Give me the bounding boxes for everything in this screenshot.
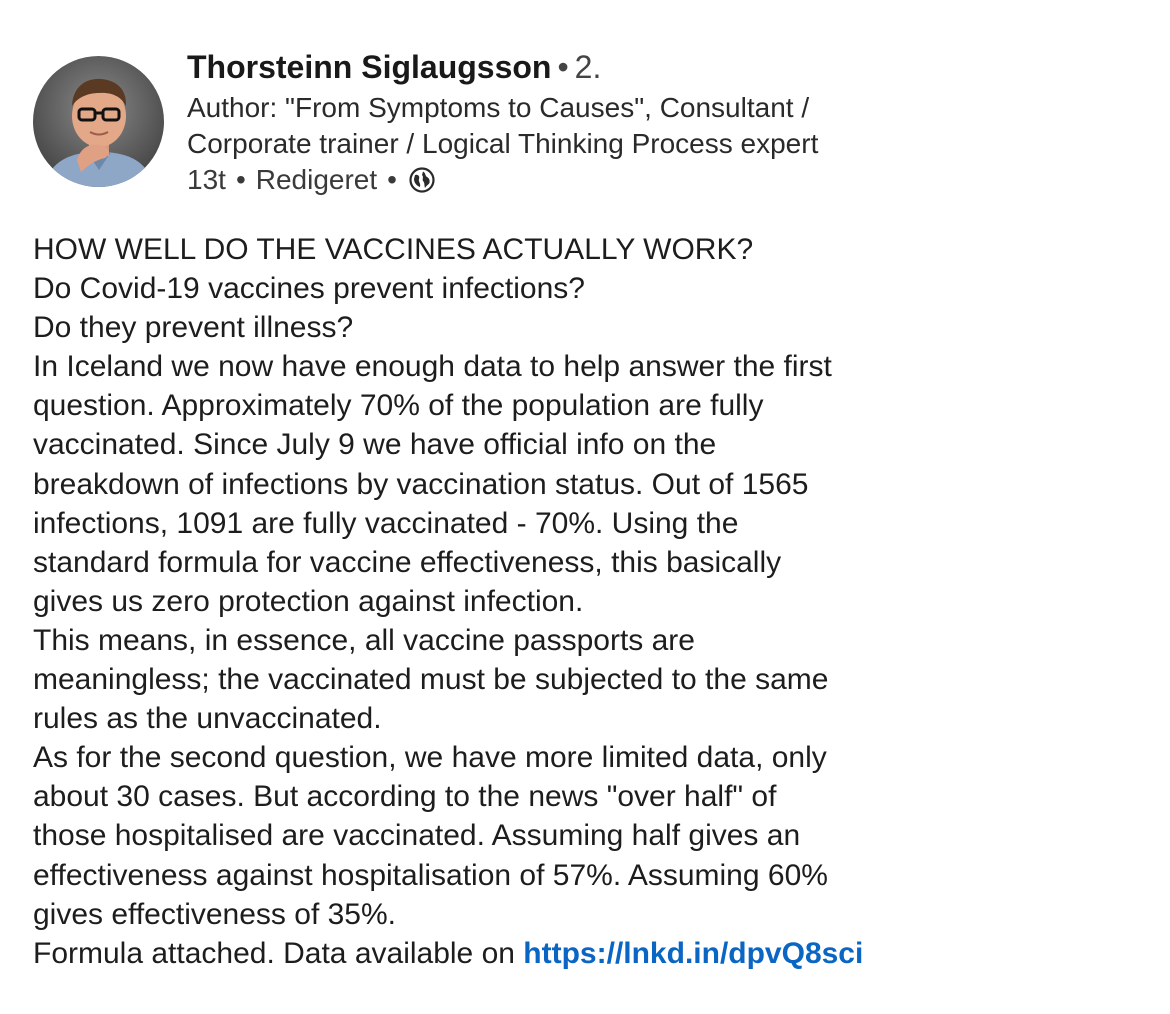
post-line: gives us zero protection against infecti… [33,584,584,618]
post-line: In Iceland we now have enough data to he… [33,350,832,384]
separator-dot: • [557,49,569,85]
edited-label: Redigeret [255,164,378,195]
separator-dot: • [235,164,246,195]
author-photo [33,56,164,187]
post-line: This means, in essence, all vaccine pass… [33,623,695,657]
post-line: HOW WELL DO THE VACCINES ACTUALLY WORK? [33,233,754,266]
post-time: 13t [187,164,226,195]
post-line: breakdown of infections by vaccination s… [33,467,809,501]
post-line-text: Formula attached. Data available on [33,936,524,970]
author-name-line: Thorsteinn Siglaugsson • 2. [187,46,1087,88]
feed-post: Thorsteinn Siglaugsson • 2. Author: "From … [0,0,1170,1014]
connection-degree: 2. [574,49,602,85]
post-line: As for the second question, we have more… [33,741,827,775]
post-line: those hospitalised are vaccinated. Assum… [33,819,801,853]
post-line: meaningless; the vaccinated must be subj… [33,663,829,697]
post-line: effectiveness against hospitalisation of… [33,858,828,892]
post-line: question. Approximately 70% of the popul… [33,389,764,423]
author-avatar[interactable] [33,56,164,187]
post-line: Do they prevent illness? [33,311,354,345]
post-line: Do Covid-19 vaccines prevent infections? [33,272,585,306]
post-line: rules as the unvaccinated. [33,702,382,736]
globe-icon[interactable] [409,167,435,193]
headline-line: Corporate trainer / Logical Thinking Pro… [187,128,819,159]
post-line: about 30 cases. But according to the new… [33,780,777,814]
headline-line: Author: "From Symptoms to Causes", Consu… [187,92,810,123]
post-meta: 13t • Redigeret • [187,162,1087,198]
post-last-line: Formula attached. Data available on http… [33,934,1143,973]
author-info: Thorsteinn Siglaugsson • 2. Author: "From … [187,46,1087,198]
post-body: HOW WELL DO THE VACCINES ACTUALLY WORK? … [33,230,1143,973]
separator-dot: • [387,164,397,195]
author-headline: Author: "From Symptoms to Causes", Consu… [187,90,1087,162]
data-link[interactable]: https://lnkd.in/dpvQ8sci [523,937,863,970]
author-name[interactable]: Thorsteinn Siglaugsson [187,49,551,85]
post-line: infections, 1091 are fully vaccinated - … [33,506,739,540]
post-line: standard formula for vaccine effectivene… [33,545,782,579]
post-line: vaccinated. Since July 9 we have officia… [33,428,717,462]
post-line: gives effectiveness of 35%. [33,897,396,931]
